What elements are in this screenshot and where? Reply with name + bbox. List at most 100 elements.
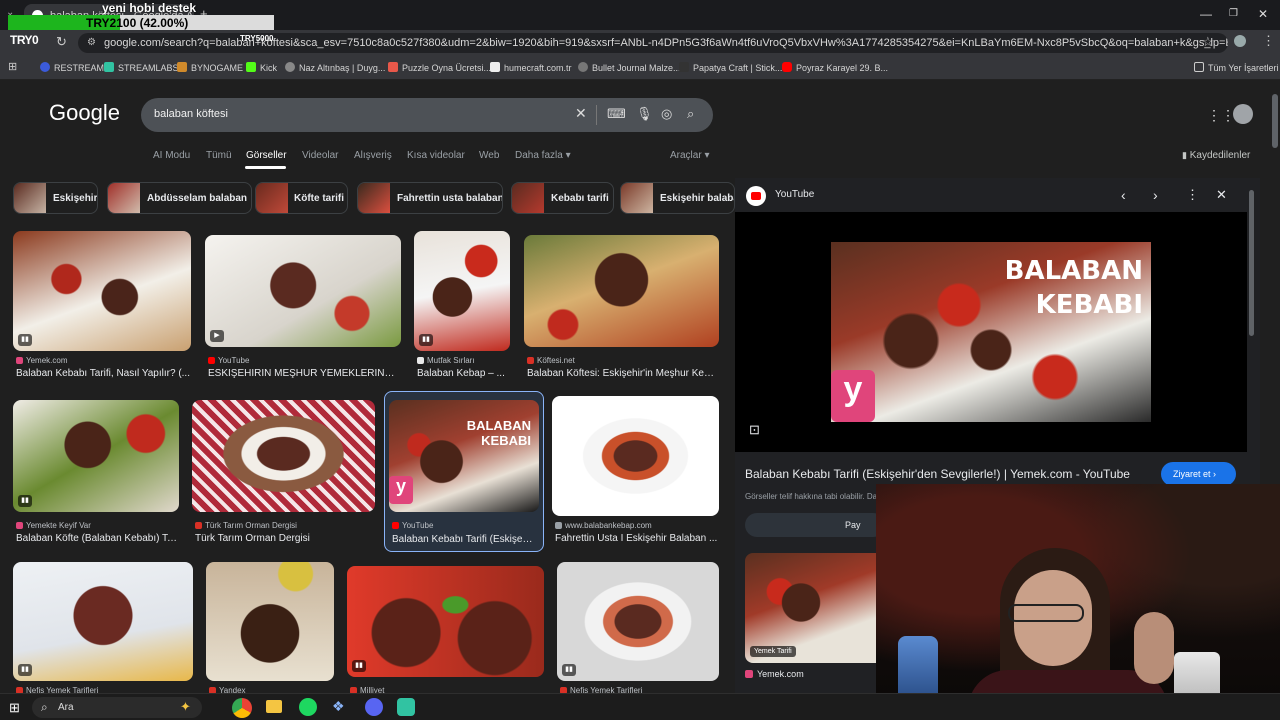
- result-thumbnail[interactable]: ▮▮: [13, 400, 179, 512]
- search-input[interactable]: balaban köftesi ✕ ⌨ 🎙 ◎ ⌕: [141, 98, 713, 132]
- visit-button[interactable]: Ziyaret et ›: [1161, 462, 1236, 486]
- album-icon: ▮▮: [18, 664, 32, 676]
- source-favicon-icon: [16, 357, 23, 364]
- search-icon: ⌕: [41, 700, 48, 714]
- bookmark-puzzle[interactable]: Puzzle Oyna Ücretsi...: [388, 62, 491, 73]
- result-title[interactable]: Türk Tarım Orman Dergisi: [195, 533, 375, 544]
- bookmark-star-icon[interactable]: ☆: [1202, 34, 1214, 50]
- bookmark-all-folder[interactable]: Tüm Yer İşaretleri: [1194, 62, 1279, 73]
- result-title[interactable]: Balaban Kebap – ...: [417, 368, 509, 379]
- bookmark-naz-altinbas[interactable]: Naz Altınbaş | Duyg...: [285, 62, 385, 73]
- page-scrollbar[interactable]: [1272, 94, 1278, 148]
- streamlabs-icon[interactable]: [397, 698, 415, 716]
- tab-more[interactable]: Daha fazla ▾: [515, 150, 571, 161]
- profile-avatar[interactable]: [1234, 35, 1246, 47]
- result-thumbnail[interactable]: [206, 562, 334, 681]
- chrome-taskbar-icon[interactable]: [232, 698, 252, 718]
- result-thumbnail[interactable]: ▮▮: [347, 566, 544, 677]
- youtube-logo-shape: [751, 192, 761, 200]
- preview-scrollbar[interactable]: [1249, 190, 1254, 336]
- google-apps-icon[interactable]: ⋮⋮: [1207, 107, 1235, 124]
- minimize-icon[interactable]: —: [1200, 7, 1212, 21]
- stream-goal-target: TRY5000: [240, 34, 274, 43]
- taskbar-search-placeholder: Ara: [58, 702, 74, 713]
- result-thumbnail[interactable]: ▮▮: [557, 562, 719, 681]
- result-thumbnail[interactable]: [192, 400, 375, 512]
- source-favicon-icon: [555, 522, 562, 529]
- voice-search-icon[interactable]: 🎙: [636, 106, 653, 122]
- tab-all[interactable]: Tümü: [206, 150, 232, 161]
- reload-icon[interactable]: ↻: [56, 34, 67, 50]
- close-preview-icon[interactable]: ✕: [1216, 187, 1227, 203]
- bookmark-restream[interactable]: RESTREAM: [40, 62, 104, 73]
- result-thumbnail[interactable]: ▮▮: [414, 231, 510, 351]
- search-icon[interactable]: ⌕: [687, 106, 694, 122]
- tab-videos[interactable]: Videolar: [302, 150, 339, 161]
- result-thumbnail[interactable]: ▮▮: [13, 231, 191, 351]
- result-thumbnail[interactable]: [524, 235, 719, 347]
- bookmark-streamlabs[interactable]: STREAMLABS: [104, 62, 179, 73]
- lens-search-icon[interactable]: ⊡: [749, 422, 760, 438]
- saved-link[interactable]: ▮ Kaydedilenler: [1182, 150, 1250, 161]
- chip-fahrettin-usta-balaban[interactable]: Fahrettin usta balaban: [357, 182, 503, 214]
- result-thumbnail[interactable]: BALABAN KEBABI y: [389, 400, 539, 512]
- google-logo[interactable]: Google: [49, 100, 120, 126]
- discord-icon[interactable]: [365, 698, 383, 716]
- restore-icon[interactable]: ❐: [1229, 8, 1238, 19]
- more-options-icon[interactable]: ⋮: [1186, 187, 1199, 203]
- close-window-icon[interactable]: ✕: [1258, 7, 1268, 21]
- share-button[interactable]: Pay: [745, 513, 885, 537]
- bookmark-poyraz-karayel[interactable]: Poyraz Karayel 29. B...: [782, 62, 888, 73]
- source-favicon-icon: [16, 522, 23, 529]
- result-thumbnail[interactable]: [552, 396, 719, 516]
- streamer-hand: [1134, 612, 1174, 684]
- result-title[interactable]: Fahrettin Usta I Eskişehir Balaban ...: [555, 533, 718, 544]
- lens-search-icon[interactable]: ◎: [661, 106, 672, 122]
- result-title[interactable]: Balaban Köftesi: Eskişehir'in Meşhur Keb…: [527, 368, 717, 379]
- tab-short-videos[interactable]: Kısa videolar: [407, 150, 465, 161]
- bookmarks-bar: ⊞ RESTREAM STREAMLABS BYNOGAME Kick Naz …: [0, 54, 1280, 80]
- tab-images[interactable]: Görseller: [246, 150, 287, 161]
- chip-eskisehir[interactable]: Eskişehir: [13, 182, 98, 214]
- bookmark-icon: ▮: [1182, 150, 1187, 160]
- result-thumbnail[interactable]: ▮▮: [13, 562, 193, 681]
- chip-abdusselam-balaban[interactable]: Abdüsselam balaban: [107, 182, 252, 214]
- file-explorer-icon[interactable]: [266, 700, 282, 713]
- related-image[interactable]: Yemek Tarifi: [745, 553, 885, 663]
- account-avatar[interactable]: [1233, 104, 1253, 124]
- result-thumbnail[interactable]: ▶: [205, 235, 401, 347]
- streamer-glasses: [1008, 604, 1084, 622]
- previous-image-icon[interactable]: ‹: [1121, 187, 1126, 203]
- windows-start-icon[interactable]: ⊞: [9, 700, 20, 716]
- tab-web[interactable]: Web: [479, 150, 499, 161]
- taskbar-search[interactable]: ⌕ Ara ✦: [32, 697, 202, 718]
- result-title[interactable]: Balaban Kebabı Tarifi, Nasıl Yapılır? (.…: [16, 368, 191, 379]
- preview-image[interactable]: BALABAN KEBABI y: [831, 242, 1151, 422]
- bookmark-kick[interactable]: Kick: [246, 62, 277, 73]
- bookmark-papatya-craft[interactable]: Papatya Craft | Stick...: [679, 62, 782, 73]
- tools-menu[interactable]: Araçlar ▾: [670, 150, 710, 161]
- chip-eskisehir-balaban[interactable]: Eskişehir balaban: [620, 182, 735, 214]
- keyboard-icon[interactable]: ⌨: [607, 106, 626, 122]
- site-info-icon[interactable]: ⚙: [87, 37, 96, 48]
- bookmark-humecraft[interactable]: humecraft.com.tr: [490, 62, 572, 73]
- tab-ai-mode[interactable]: AI Modu: [153, 150, 190, 161]
- image-result-selected[interactable]: BALABAN KEBABI y YouTube Balaban Kebabı T…: [384, 391, 544, 552]
- next-image-icon[interactable]: ›: [1153, 187, 1158, 203]
- chip-kebabi-tarifi[interactable]: Kebabı tarifi: [511, 182, 614, 214]
- preview-title[interactable]: Balaban Kebabı Tarifi (Eskişehir'den Sev…: [745, 467, 1145, 481]
- result-title[interactable]: Balaban Kebabı Tarifi (Eskişehi...: [392, 534, 538, 545]
- result-title[interactable]: ESKİŞEHİRİN MEŞHUR YEMEKLERİND...: [208, 368, 398, 379]
- bookmark-bynogame[interactable]: BYNOGAME: [177, 62, 243, 73]
- tab-shopping[interactable]: Alışveriş: [354, 150, 392, 161]
- bookmark-bullet-journal[interactable]: Bullet Journal Malze...: [578, 62, 681, 73]
- browser-menu-icon[interactable]: ⋮: [1262, 33, 1275, 49]
- result-title[interactable]: Balaban Köfte (Balaban Kebabı) Ta...: [16, 533, 179, 544]
- apps-grid-icon[interactable]: ⊞: [8, 60, 17, 73]
- app-diamond-icon[interactable]: ❖: [332, 698, 345, 715]
- spotify-icon[interactable]: [299, 698, 317, 716]
- chip-kofte-tarifi[interactable]: Köfte tarifi: [255, 182, 348, 214]
- source-favicon-icon: [208, 357, 215, 364]
- result-source: YouTube: [208, 356, 249, 365]
- clear-search-icon[interactable]: ✕: [575, 105, 587, 122]
